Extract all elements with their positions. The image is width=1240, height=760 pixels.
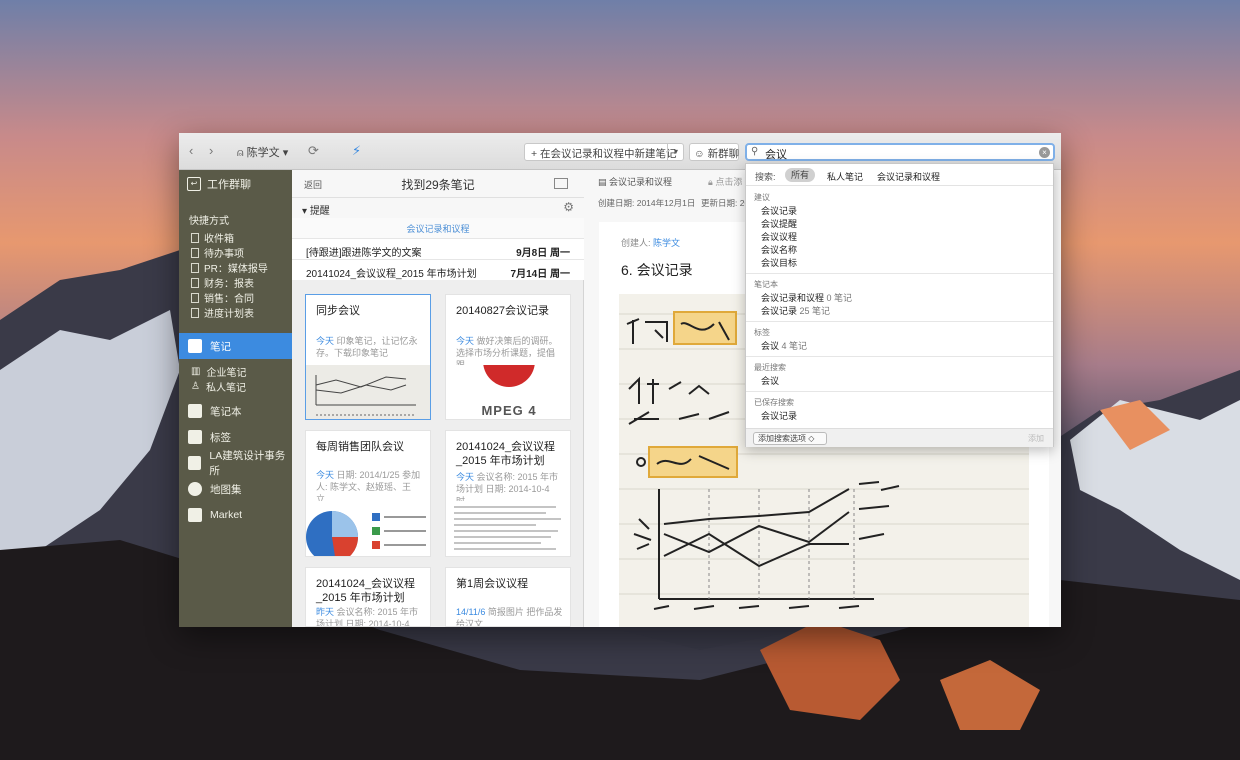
- reminder-row[interactable]: 20141024_会议议程_2015 年市场计划 7月14日 周一: [292, 259, 584, 280]
- shortcut-item[interactable]: 销售：合同: [191, 290, 254, 305]
- shortcuts-heading: 快捷方式: [189, 216, 229, 227]
- note-list-header: 返回 找到29条笔记: [292, 170, 584, 198]
- sync-icon[interactable]: ⟳: [308, 143, 319, 159]
- notebook-result[interactable]: 会议记录和议程 0 笔记: [761, 291, 852, 304]
- user-icon: ⍝: [237, 147, 247, 159]
- saved-search-item[interactable]: 会议记录: [761, 409, 797, 422]
- shortcut-item[interactable]: 待办事项: [191, 245, 244, 260]
- bag-icon: [188, 508, 202, 522]
- tag-result[interactable]: 会议 4 笔记: [761, 339, 807, 352]
- notebook-selector[interactable]: ▤ 会议记录和议程: [598, 175, 672, 188]
- result-count: 找到29条笔记: [401, 178, 475, 192]
- sidebar-item-notebooks[interactable]: 笔记本: [179, 398, 292, 424]
- sidebar-item-notes[interactable]: 笔记: [179, 333, 292, 359]
- search-icon: ⚲: [751, 146, 759, 157]
- note-thumbnail: [446, 501, 570, 556]
- sidebar: ↩ 工作群聊 快捷方式 收件箱 待办事项 PR：媒体报导 财务：报表 销售：合同…: [179, 170, 292, 627]
- add-button[interactable]: 添加: [1028, 433, 1044, 444]
- view-toggle-icon[interactable]: [554, 178, 568, 189]
- building-icon: ▥: [191, 366, 201, 377]
- note-icon: [191, 292, 199, 303]
- new-note-button[interactable]: + 在会议记录和议程中新建笔记: [524, 143, 684, 161]
- scope-all[interactable]: 所有: [785, 168, 815, 182]
- suggestion-item[interactable]: 会议记录: [761, 204, 797, 217]
- activity-icon[interactable]: ⚡: [352, 143, 361, 159]
- note-list: 返回 找到29条笔记 ▾ 提醒 ⚙ 会议记录和议程 [待跟进]跟进陈学文的文案 …: [292, 170, 584, 627]
- note-card[interactable]: 第1周会议议程 14/11/6 简报图片 把作品发给汉文: [445, 567, 571, 627]
- new-chat-button[interactable]: ☺ 新群聊: [689, 143, 739, 161]
- add-search-option-select[interactable]: 添加搜索选项 ◇: [753, 432, 827, 445]
- suggestion-item[interactable]: 会议议程: [761, 230, 797, 243]
- note-icon: [191, 307, 199, 318]
- note-card[interactable]: 同步会议 今天 印象笔记，让记忆永存。下载印象笔记: [305, 294, 431, 420]
- reminder-row[interactable]: [待跟进]跟进陈学文的文案 9月8日 周一: [292, 238, 584, 259]
- shortcut-item[interactable]: PR：媒体报导: [191, 260, 268, 275]
- chat-icon: ↩: [187, 177, 201, 191]
- gear-icon[interactable]: ⚙: [563, 200, 574, 214]
- note-card[interactable]: 20141024_会议议程_2015 年市场计划 昨天 会议名称: 2015 年…: [305, 567, 431, 627]
- notebook-icon: [188, 404, 202, 418]
- workchat-item[interactable]: ↩ 工作群聊: [187, 176, 251, 192]
- chevron-down-icon[interactable]: ▾: [667, 143, 684, 161]
- reminders-bar[interactable]: ▾ 提醒 ⚙: [292, 198, 584, 218]
- tag-icon: [188, 430, 202, 444]
- sidebar-item-atlas[interactable]: 地图集: [179, 476, 292, 502]
- sidebar-item-personal-notes[interactable]: ♙ 私人笔记: [191, 379, 246, 394]
- note-card[interactable]: 20141024_会议议程_2015 年市场计划 今天 会议名称: 2015 年…: [445, 430, 571, 557]
- note-thumbnail: [306, 365, 430, 419]
- sidebar-item-business-notes[interactable]: ▥ 企业笔记: [191, 364, 246, 379]
- mpeg-badge: MPEG 4: [481, 403, 537, 418]
- scope-notebook[interactable]: 会议记录和议程: [877, 170, 940, 183]
- shortcut-item[interactable]: 财务：报表: [191, 275, 254, 290]
- search-input[interactable]: ⚲ 会议 ×: [745, 143, 1055, 161]
- sidebar-item-market[interactable]: Market: [179, 502, 292, 528]
- note-icon: [191, 247, 199, 258]
- forward-button[interactable]: ›: [209, 143, 213, 158]
- suggestion-item[interactable]: 会议提醒: [761, 217, 797, 230]
- tag-add[interactable]: 🔒︎ 点击添: [708, 175, 742, 188]
- lock-icon: 🔒︎: [708, 177, 713, 187]
- note-icon: [191, 277, 199, 288]
- note-card[interactable]: 20140827会议记录 今天 做好决策后的调研。选择市场分析课题，提倡跟… M…: [445, 294, 571, 420]
- note-thumbnail: [306, 501, 430, 556]
- notes-icon: [188, 339, 202, 353]
- reminders-notebook: 会议记录和议程: [292, 218, 584, 238]
- scope-personal[interactable]: 私人笔记: [827, 170, 863, 183]
- notebook-result[interactable]: 会议记录 25 笔记: [761, 304, 830, 317]
- sidebar-item-tags[interactable]: 标签: [179, 424, 292, 450]
- recent-search-item[interactable]: 会议: [761, 374, 779, 387]
- note-icon: [191, 262, 199, 273]
- suggestion-item[interactable]: 会议目标: [761, 256, 797, 269]
- account-menu[interactable]: ⍝ 陈学文 ▾: [237, 144, 288, 160]
- note-heading: 6. 会议记录: [621, 262, 693, 278]
- building-icon: [188, 456, 202, 470]
- search-scope-bar: 搜索: 所有 私人笔记 会议记录和议程: [746, 164, 1053, 186]
- dropdown-footer: 添加搜索选项 ◇ 添加: [746, 428, 1053, 447]
- globe-icon: [188, 482, 202, 496]
- search-suggestions-dropdown: 搜索: 所有 私人笔记 会议记录和议程 建议 会议记录 会议提醒 会议议程 会议…: [745, 163, 1054, 447]
- person-icon: ♙: [191, 381, 200, 392]
- clear-icon[interactable]: ×: [1039, 147, 1050, 158]
- shortcut-item[interactable]: 收件箱: [191, 230, 234, 245]
- back-button[interactable]: ‹: [189, 143, 193, 158]
- suggestion-item[interactable]: 会议名称: [761, 243, 797, 256]
- note-icon: [191, 232, 199, 243]
- sidebar-item-business[interactable]: LA建筑设计事务所: [179, 450, 292, 477]
- shortcut-item[interactable]: 进度计划表: [191, 305, 254, 320]
- note-card[interactable]: 每周销售团队会议 今天 日期: 2014/1/25 参加人: 陈学文、赵姬瑶、王…: [305, 430, 431, 557]
